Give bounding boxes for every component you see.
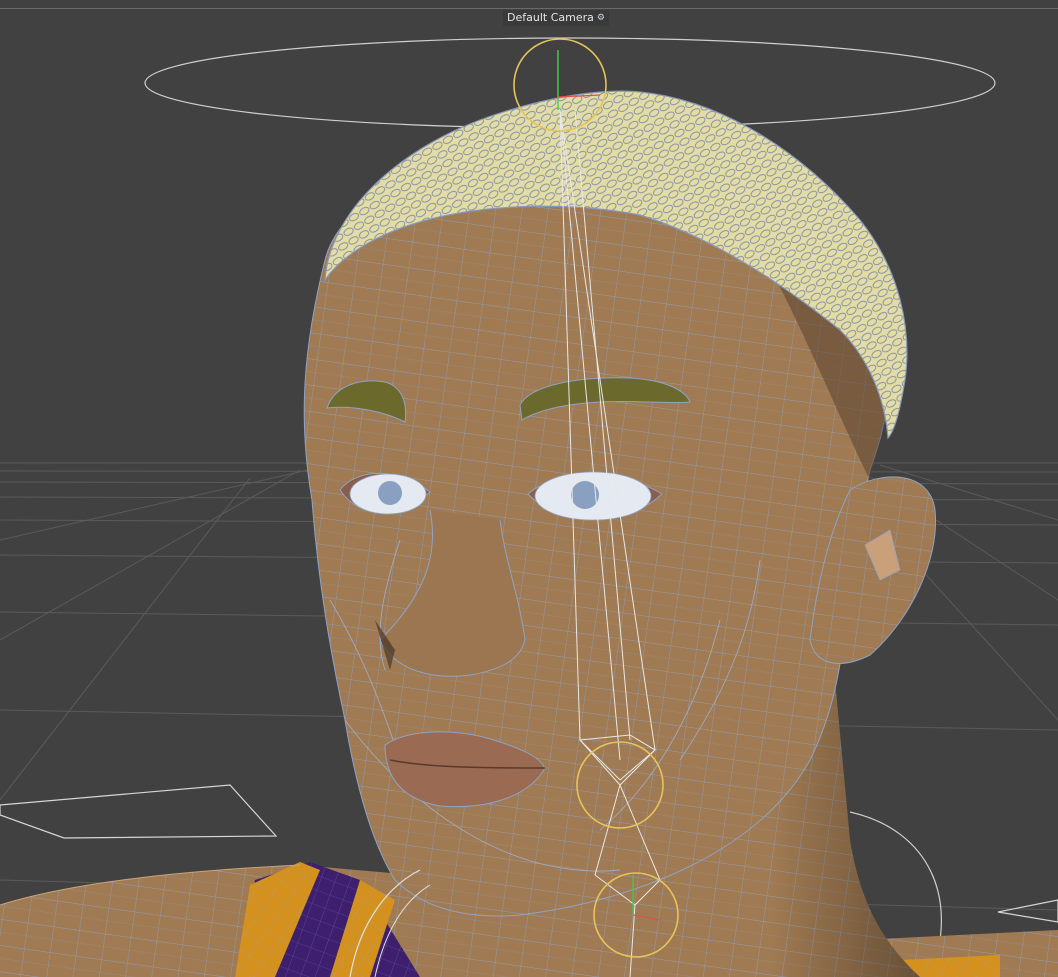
floor-plane-gizmo[interactable]: [0, 784, 278, 839]
3d-viewport[interactable]: Default Camera ⚙: [0, 0, 1058, 977]
camera-label-text[interactable]: Default Camera: [507, 10, 594, 26]
camera-options-icon[interactable]: ⚙: [597, 10, 605, 26]
viewport-scene[interactable]: [0, 0, 1058, 977]
floor-plane-gizmo-right[interactable]: [997, 899, 1058, 923]
camera-selector[interactable]: Default Camera ⚙: [503, 10, 609, 26]
